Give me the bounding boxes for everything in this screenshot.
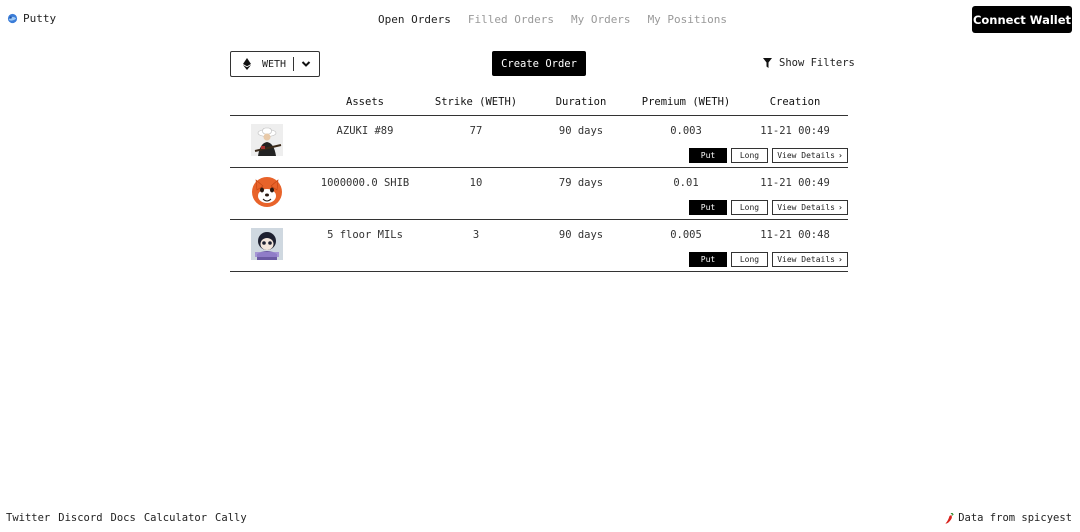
main-nav: Open Orders Filled Orders My Orders My P… xyxy=(378,13,727,26)
header-premium: Premium (WETH) xyxy=(641,96,731,108)
chevron-down-icon xyxy=(301,61,311,67)
chili-pepper-icon xyxy=(945,512,954,524)
table-header: Assets Strike (WETH) Duration Premium (W… xyxy=(230,90,848,116)
data-source-label: Data from spicyest xyxy=(958,512,1072,524)
table-row[interactable]: 1000000.0 SHIB 10 79 days 0.01 11-21 00:… xyxy=(230,168,848,220)
filter-icon xyxy=(763,58,772,68)
nav-my-positions[interactable]: My Positions xyxy=(648,13,727,26)
table-row[interactable]: AZUKI #89 77 90 days 0.003 11-21 00:49 P… xyxy=(230,116,848,168)
logo-text: Putty xyxy=(23,12,57,25)
connect-wallet-button[interactable]: Connect Wallet xyxy=(972,6,1072,33)
chevron-right-icon: › xyxy=(837,203,843,212)
header-duration: Duration xyxy=(555,96,607,108)
milady-nft-thumbnail xyxy=(251,228,283,260)
table-row[interactable]: 5 floor MILs 3 90 days 0.005 11-21 00:48… xyxy=(230,220,848,272)
row-actions: Put Long View Details › xyxy=(689,252,848,267)
creation-value: 11-21 00:49 xyxy=(760,125,830,137)
duration-value: 90 days xyxy=(558,125,604,137)
header-assets: Assets xyxy=(346,96,384,108)
nav-open-orders[interactable]: Open Orders xyxy=(378,13,451,26)
put-badge[interactable]: Put xyxy=(689,148,727,163)
chevron-right-icon: › xyxy=(837,255,843,264)
token-label: WETH xyxy=(262,58,287,70)
strike-value: 3 xyxy=(472,229,480,241)
long-badge[interactable]: Long xyxy=(731,200,768,215)
putty-logo-icon xyxy=(7,13,18,24)
footer-links: Twitter Discord Docs Calculator Cally xyxy=(6,512,247,524)
footer-link-twitter[interactable]: Twitter xyxy=(6,512,50,524)
header-strike: Strike (WETH) xyxy=(434,96,518,108)
show-filters-toggle[interactable]: Show Filters xyxy=(763,57,855,69)
creation-value: 11-21 00:48 xyxy=(760,229,830,241)
ethereum-icon xyxy=(243,58,251,70)
put-badge[interactable]: Put xyxy=(689,200,727,215)
duration-value: 90 days xyxy=(558,229,604,241)
azuki-nft-thumbnail xyxy=(251,124,283,156)
strike-value: 10 xyxy=(469,177,483,189)
long-badge[interactable]: Long xyxy=(731,252,768,267)
asset-name: AZUKI #89 xyxy=(336,125,394,137)
view-details-button[interactable]: View Details › xyxy=(772,252,848,267)
select-divider xyxy=(293,57,295,71)
strike-value: 77 xyxy=(469,125,483,137)
row-actions: Put Long View Details › xyxy=(689,148,848,163)
create-order-button[interactable]: Create Order xyxy=(492,51,586,76)
show-filters-label: Show Filters xyxy=(779,57,855,69)
asset-name: 5 floor MILs xyxy=(327,229,403,241)
putty-logo[interactable]: Putty xyxy=(7,12,56,25)
view-details-label: View Details xyxy=(777,255,835,264)
footer-link-calculator[interactable]: Calculator xyxy=(144,512,207,524)
premium-value: 0.003 xyxy=(670,125,702,137)
view-details-label: View Details xyxy=(777,151,835,160)
footer-link-cally[interactable]: Cally xyxy=(215,512,247,524)
view-details-button[interactable]: View Details › xyxy=(772,148,848,163)
nav-my-orders[interactable]: My Orders xyxy=(571,13,631,26)
view-details-button[interactable]: View Details › xyxy=(772,200,848,215)
duration-value: 79 days xyxy=(558,177,604,189)
token-select[interactable]: WETH xyxy=(230,51,320,77)
footer-link-docs[interactable]: Docs xyxy=(111,512,136,524)
put-badge[interactable]: Put xyxy=(689,252,727,267)
chevron-right-icon: › xyxy=(837,151,843,160)
footer-link-discord[interactable]: Discord xyxy=(58,512,102,524)
data-source-link[interactable]: Data from spicyest xyxy=(945,512,1072,524)
header-creation: Creation xyxy=(769,96,821,108)
premium-value: 0.01 xyxy=(673,177,699,189)
row-actions: Put Long View Details › xyxy=(689,200,848,215)
view-details-label: View Details xyxy=(777,203,835,212)
asset-name: 1000000.0 SHIB xyxy=(320,177,410,189)
creation-value: 11-21 00:49 xyxy=(760,177,830,189)
shib-token-thumbnail xyxy=(252,177,282,207)
nav-filled-orders[interactable]: Filled Orders xyxy=(468,13,554,26)
orders-table: Assets Strike (WETH) Duration Premium (W… xyxy=(230,90,848,272)
long-badge[interactable]: Long xyxy=(731,148,768,163)
premium-value: 0.005 xyxy=(670,229,702,241)
